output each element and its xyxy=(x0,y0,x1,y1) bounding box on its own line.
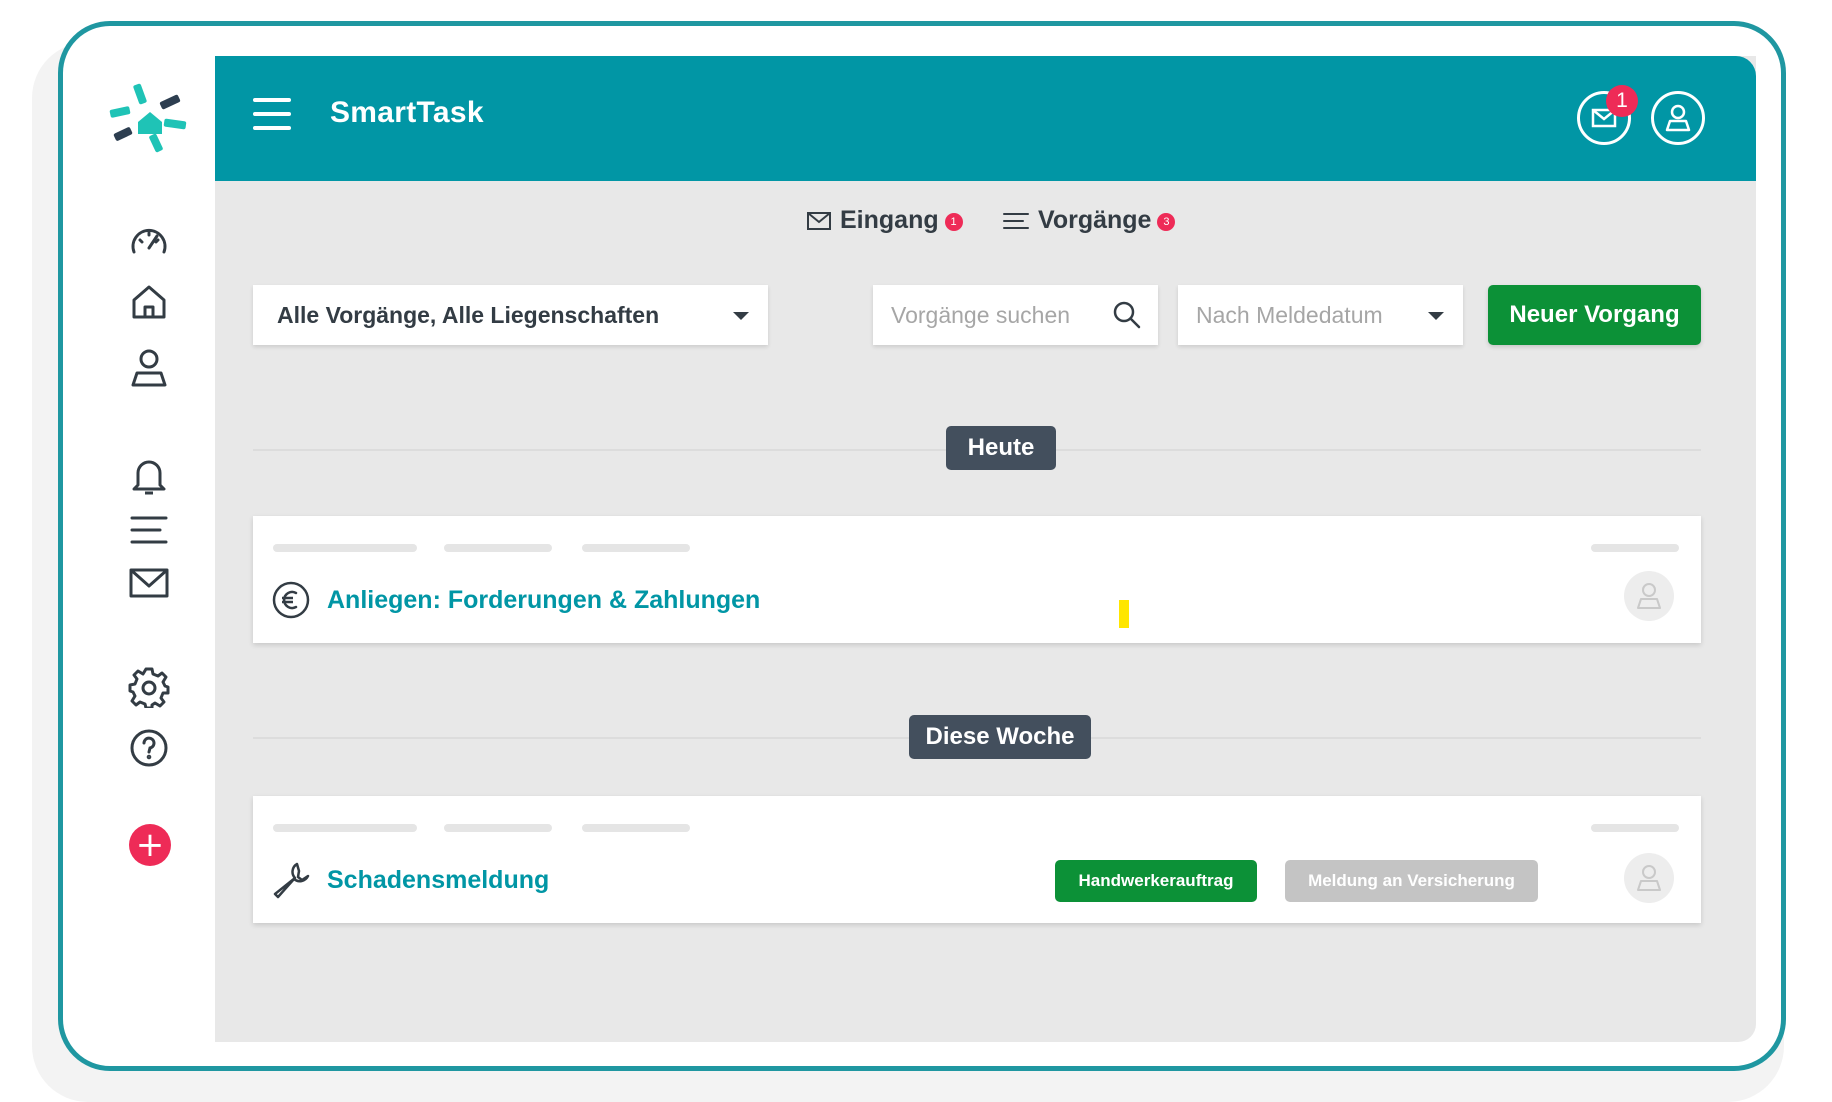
chevron-down-icon xyxy=(733,312,749,320)
sort-selected: Nach Meldedatum xyxy=(1196,301,1383,328)
list-icon xyxy=(1003,212,1029,229)
person-icon[interactable] xyxy=(124,343,174,393)
task-card[interactable]: Anliegen: Forderungen & Zahlungen xyxy=(253,516,1701,643)
task-card[interactable]: Schadensmeldung Handwerkerauftrag Meldun… xyxy=(253,796,1701,923)
tab-vorgaenge[interactable]: Vorgänge 3 xyxy=(1003,206,1176,235)
avatar xyxy=(1624,853,1674,903)
placeholder-bar xyxy=(273,544,417,552)
tab-label: Eingang xyxy=(840,206,939,234)
euro-icon xyxy=(272,581,310,619)
notification-badge: 1 xyxy=(1606,85,1638,117)
chip-versicherung[interactable]: Meldung an Versicherung xyxy=(1285,860,1538,902)
section-label-this-week: Diese Woche xyxy=(909,715,1091,759)
chevron-down-icon xyxy=(1428,312,1444,320)
add-icon[interactable]: + xyxy=(129,824,171,866)
person-icon xyxy=(1637,583,1661,609)
search-icon xyxy=(1113,301,1141,329)
menu-icon[interactable] xyxy=(253,98,293,132)
dashboard-icon[interactable] xyxy=(124,218,174,268)
avatar xyxy=(1624,571,1674,621)
list-icon[interactable] xyxy=(124,505,174,555)
placeholder-bar xyxy=(1591,824,1679,832)
placeholder-bar xyxy=(273,824,417,832)
mail-icon[interactable] xyxy=(124,558,174,608)
tab-eingang[interactable]: Eingang 1 xyxy=(807,206,963,235)
filter-dropdown[interactable]: Alle Vorgänge, Alle Liegenschaften xyxy=(253,285,768,345)
mail-icon xyxy=(807,211,831,230)
placeholder-bar xyxy=(1591,544,1679,552)
gear-icon[interactable] xyxy=(124,662,174,712)
placeholder-bar xyxy=(444,824,552,832)
text-cursor xyxy=(1119,600,1129,628)
top-bar: SmartTask 1 xyxy=(215,56,1756,181)
search-placeholder: Vorgänge suchen xyxy=(891,301,1071,328)
card-title: Anliegen: Forderungen & Zahlungen xyxy=(327,586,761,614)
card-title: Schadensmeldung xyxy=(327,866,550,894)
main-panel: SmartTask 1 Eingang 1 Vorgänge 3 Alle Vo… xyxy=(215,56,1756,1042)
person-icon xyxy=(1637,865,1661,891)
person-icon xyxy=(1665,104,1691,132)
home-icon[interactable] xyxy=(124,277,174,327)
bell-icon[interactable] xyxy=(124,451,174,501)
search-input[interactable]: Vorgänge suchen xyxy=(873,285,1158,345)
placeholder-bar xyxy=(582,824,690,832)
tab-badge: 1 xyxy=(944,212,963,231)
chip-handwerkerauftrag[interactable]: Handwerkerauftrag xyxy=(1055,860,1257,902)
section-label-today: Heute xyxy=(946,426,1056,470)
app-title: SmartTask xyxy=(330,96,484,129)
wrench-icon xyxy=(273,862,310,899)
tab-label: Vorgänge xyxy=(1038,206,1152,234)
new-task-button[interactable]: Neuer Vorgang xyxy=(1488,285,1701,345)
app-logo xyxy=(109,83,187,153)
help-icon[interactable] xyxy=(124,723,174,773)
sort-dropdown[interactable]: Nach Meldedatum xyxy=(1178,285,1463,345)
tab-badge: 3 xyxy=(1157,212,1176,231)
profile-button[interactable] xyxy=(1651,91,1705,145)
filter-selected: Alle Vorgänge, Alle Liegenschaften xyxy=(277,301,660,328)
placeholder-bar xyxy=(444,544,552,552)
placeholder-bar xyxy=(582,544,690,552)
